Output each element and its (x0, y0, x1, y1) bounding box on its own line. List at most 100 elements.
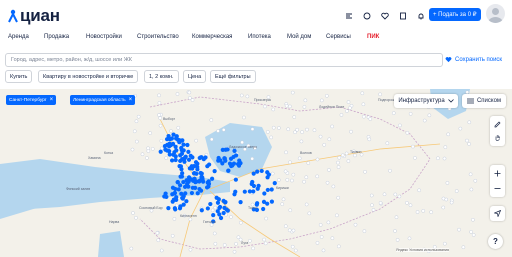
listing-marker[interactable] (429, 210, 433, 214)
logo[interactable]: циан (8, 6, 60, 26)
listing-marker[interactable] (248, 239, 252, 243)
listing-marker[interactable] (179, 151, 185, 156)
listing-marker[interactable] (283, 169, 288, 174)
listing-marker[interactable] (271, 125, 276, 130)
listing-marker[interactable] (468, 172, 473, 177)
listing-marker[interactable] (148, 131, 152, 135)
listing-marker[interactable] (222, 205, 227, 210)
listing-marker[interactable] (140, 152, 145, 157)
listing-marker[interactable] (327, 168, 331, 172)
listing-marker[interactable] (188, 217, 193, 222)
listing-marker[interactable] (290, 90, 295, 95)
post-ad-button[interactable]: + Подать за 0 ₽ (429, 8, 481, 21)
listing-marker[interactable] (251, 171, 256, 176)
listing-marker[interactable] (222, 243, 227, 247)
listing-marker[interactable] (190, 155, 195, 160)
listing-marker[interactable] (469, 187, 474, 192)
listing-marker[interactable] (209, 176, 215, 181)
listing-marker[interactable] (173, 144, 178, 149)
listing-marker[interactable] (188, 247, 193, 252)
listing-marker[interactable] (467, 120, 472, 125)
listing-marker[interactable] (312, 128, 317, 132)
listing-marker[interactable] (199, 208, 204, 213)
listing-marker[interactable] (233, 177, 238, 182)
help-button[interactable]: ? (488, 234, 503, 249)
listing-marker[interactable] (226, 168, 231, 173)
listing-marker[interactable] (240, 140, 244, 145)
listing-marker[interactable] (172, 217, 177, 221)
listing-marker[interactable] (164, 148, 170, 153)
listing-marker[interactable] (371, 208, 376, 212)
listing-marker[interactable] (214, 195, 219, 200)
listing-marker[interactable] (217, 205, 222, 211)
listing-marker[interactable] (465, 138, 469, 143)
listing-marker[interactable] (427, 113, 432, 118)
listing-marker[interactable] (164, 156, 168, 160)
listing-marker[interactable] (264, 216, 268, 221)
listing-marker[interactable] (436, 156, 440, 161)
listing-marker[interactable] (150, 147, 155, 151)
listing-marker[interactable] (398, 123, 402, 128)
listing-marker[interactable] (171, 197, 176, 202)
listing-marker[interactable] (221, 210, 226, 216)
listing-marker[interactable] (348, 106, 352, 110)
map-attribution[interactable]: Яндекс Условия использования (396, 248, 449, 252)
listing-marker[interactable] (393, 192, 398, 197)
listing-marker[interactable] (441, 205, 446, 210)
listing-marker[interactable] (407, 236, 412, 241)
listing-marker[interactable] (353, 153, 357, 158)
listing-marker[interactable] (158, 116, 162, 120)
listing-marker[interactable] (185, 142, 190, 148)
listing-marker[interactable] (242, 115, 246, 120)
nav-item-construction[interactable]: Строительство (137, 34, 179, 40)
listing-marker[interactable] (368, 117, 373, 121)
listing-marker[interactable] (320, 98, 324, 103)
listing-marker[interactable] (186, 157, 192, 162)
listing-marker[interactable] (385, 141, 390, 145)
listing-marker[interactable] (197, 179, 202, 184)
listing-marker[interactable] (157, 93, 161, 98)
listing-marker[interactable] (175, 92, 180, 96)
listing-marker[interactable] (353, 222, 358, 227)
listing-marker[interactable] (193, 160, 199, 165)
listing-marker[interactable] (217, 212, 222, 217)
listing-marker[interactable] (346, 159, 351, 163)
listing-marker[interactable] (325, 180, 330, 185)
listing-marker[interactable] (344, 151, 349, 156)
listing-marker[interactable] (192, 163, 197, 169)
listing-marker[interactable] (304, 202, 309, 207)
listing-marker[interactable] (176, 187, 181, 192)
listing-marker[interactable] (369, 193, 374, 198)
nav-item-my-home[interactable]: Мой дом (287, 34, 311, 40)
listing-marker[interactable] (362, 229, 367, 233)
listing-marker[interactable] (136, 114, 141, 119)
listing-marker[interactable] (378, 201, 383, 205)
listing-marker[interactable] (134, 119, 139, 124)
listing-marker[interactable] (173, 157, 178, 163)
listing-marker[interactable] (227, 161, 233, 166)
listing-marker[interactable] (146, 146, 150, 151)
object-type-filter[interactable]: Квартиру в новостройке и вторичке (38, 70, 139, 83)
listing-marker[interactable] (193, 185, 198, 190)
listing-marker[interactable] (393, 229, 397, 233)
listing-marker[interactable] (251, 189, 256, 194)
listing-marker[interactable] (363, 170, 367, 174)
listing-marker[interactable] (194, 138, 198, 143)
listing-marker[interactable] (218, 158, 223, 163)
listing-marker[interactable] (262, 191, 267, 196)
listing-marker[interactable] (189, 190, 195, 196)
listing-marker[interactable] (288, 104, 292, 109)
listing-marker[interactable] (206, 181, 212, 186)
nav-item-commercial[interactable]: Коммерческая (192, 34, 232, 40)
listing-marker[interactable] (318, 223, 323, 227)
close-icon[interactable]: × (129, 97, 133, 103)
listing-marker[interactable] (238, 200, 243, 205)
listing-marker[interactable] (263, 241, 268, 246)
listing-marker[interactable] (180, 171, 185, 176)
listing-marker[interactable] (261, 199, 267, 204)
listing-marker[interactable] (232, 192, 237, 197)
listing-marker[interactable] (198, 170, 203, 176)
favorites-icon[interactable] (378, 9, 391, 22)
listing-marker[interactable] (443, 241, 447, 246)
listing-marker[interactable] (159, 146, 164, 151)
